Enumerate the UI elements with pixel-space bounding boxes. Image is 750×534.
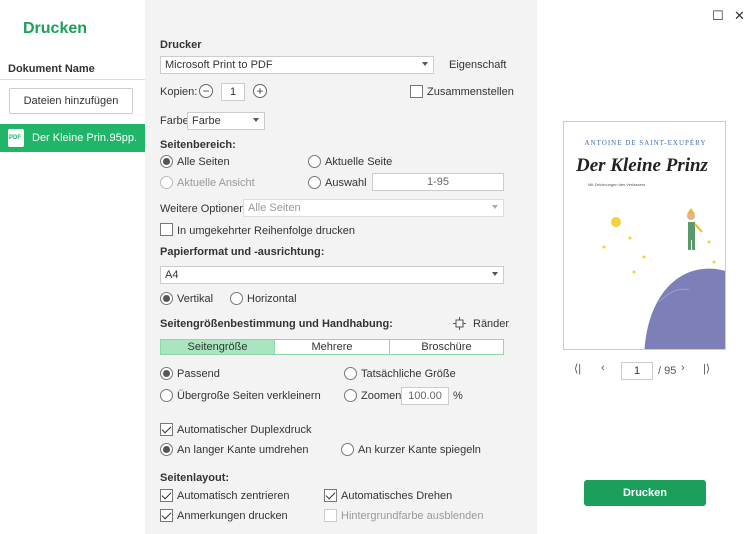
page-range-input[interactable]: 1-95 xyxy=(372,173,504,191)
hide-background-checkbox[interactable] xyxy=(324,509,337,522)
printer-section-title: Drucker xyxy=(160,39,202,51)
color-select[interactable]: Farbe xyxy=(187,112,265,130)
paper-section-title: Papierformat und -ausrichtung: xyxy=(160,246,325,258)
long-edge-label: An langer Kante umdrehen xyxy=(177,444,309,456)
plus-icon: + xyxy=(256,84,264,98)
tab-multiple[interactable]: Mehrere xyxy=(274,339,390,355)
printer-properties-link[interactable]: Eigenschaft xyxy=(449,59,506,71)
auto-duplex-checkbox[interactable] xyxy=(160,423,173,436)
color-label: Farbe xyxy=(160,115,189,127)
book-title: Der Kleine Prinz xyxy=(576,155,708,176)
page-preview: ANTOINE DE SAINT-EXUPÉRY Der Kleine Prin… xyxy=(563,121,726,350)
chevron-down-icon xyxy=(492,205,498,209)
document-name-header: Dokument Name xyxy=(8,63,95,75)
current-page-radio[interactable] xyxy=(308,155,321,168)
book-author: ANTOINE DE SAINT-EXUPÉRY xyxy=(584,139,707,147)
minus-icon: − xyxy=(202,84,210,98)
selection-label: Auswahl xyxy=(325,177,367,189)
collate-label: Zusammenstellen xyxy=(427,86,514,98)
auto-rotate-label: Automatisches Drehen xyxy=(341,490,453,502)
copies-decrement-button[interactable]: − xyxy=(199,84,213,98)
paper-size-select[interactable]: A4 xyxy=(160,266,504,284)
sizing-section-title: Seitengrößenbestimmung und Handhabung: xyxy=(160,318,393,330)
long-edge-radio[interactable] xyxy=(160,443,173,456)
all-pages-label: Alle Seiten xyxy=(177,156,230,168)
page-number-input[interactable]: 1 xyxy=(621,362,653,380)
layout-section-title: Seitenlayout: xyxy=(160,472,230,484)
file-page-count: 95pp. xyxy=(109,132,137,144)
margins-label[interactable]: Ränder xyxy=(473,318,509,330)
divider xyxy=(0,79,145,80)
auto-rotate-checkbox[interactable] xyxy=(324,489,337,502)
zoom-radio[interactable] xyxy=(344,389,357,402)
reverse-order-checkbox[interactable] xyxy=(160,223,173,236)
reverse-order-label: In umgekehrter Reihenfolge drucken xyxy=(177,225,355,237)
close-icon[interactable]: ✕ xyxy=(734,8,745,24)
dialog-title: Drucken xyxy=(23,20,88,37)
total-pages: / 95 xyxy=(658,365,677,377)
tab-booklet[interactable]: Broschüre xyxy=(389,339,504,355)
printer-select[interactable]: Microsoft Print to PDF xyxy=(160,56,434,74)
portrait-radio[interactable] xyxy=(160,292,173,305)
copies-label: Kopien: xyxy=(160,86,198,98)
little-prince-illustration xyxy=(602,208,725,349)
next-page-button[interactable]: › xyxy=(681,362,685,374)
current-view-label: Aktuelle Ansicht xyxy=(177,177,255,189)
zoom-unit: % xyxy=(453,390,463,402)
fit-radio[interactable] xyxy=(160,367,173,380)
current-page-label: Aktuelle Seite xyxy=(325,156,393,168)
chevron-down-icon xyxy=(492,272,498,276)
auto-duplex-label: Automatischer Duplexdruck xyxy=(177,424,312,436)
prev-page-button[interactable]: ‹ xyxy=(601,362,605,374)
short-edge-label: An kurzer Kante spiegeln xyxy=(358,444,481,456)
current-view-radio[interactable] xyxy=(160,176,173,189)
print-annotations-label: Anmerkungen drucken xyxy=(177,510,288,522)
short-edge-radio[interactable] xyxy=(341,443,354,456)
file-name: Der Kleine Prin.. xyxy=(32,132,113,144)
tab-page-size[interactable]: Seitengröße xyxy=(160,339,275,355)
selection-radio[interactable] xyxy=(308,176,321,189)
add-files-button[interactable]: Dateien hinzufügen xyxy=(9,88,133,114)
print-annotations-checkbox[interactable] xyxy=(160,509,173,522)
fit-label: Passend xyxy=(177,368,220,380)
copies-input[interactable]: 1 xyxy=(221,83,245,101)
book-subtitle: Mit Zeichnungen des Verfassers xyxy=(588,182,646,187)
pdf-file-icon: PDF xyxy=(8,129,24,147)
portrait-label: Vertikal xyxy=(177,293,214,305)
page-range-section-title: Seitenbereich: xyxy=(160,139,236,151)
landscape-label: Horizontal xyxy=(247,293,297,305)
first-page-button[interactable]: ⟨| xyxy=(574,362,581,375)
file-list-item[interactable]: PDF Der Kleine Prin.. 95pp. xyxy=(0,124,145,152)
chevron-down-icon xyxy=(253,118,259,122)
actual-size-radio[interactable] xyxy=(344,367,357,380)
margins-icon[interactable] xyxy=(453,317,466,330)
document-sidebar: Drucken Dokument Name Dateien hinzufügen… xyxy=(0,0,145,534)
landscape-radio[interactable] xyxy=(230,292,243,305)
more-options-select[interactable]: Alle Seiten xyxy=(243,199,504,217)
maximize-icon[interactable]: ☐ xyxy=(712,8,724,24)
collate-checkbox[interactable] xyxy=(410,85,423,98)
shrink-oversized-label: Übergroße Seiten verkleinern xyxy=(177,390,321,402)
shrink-oversized-radio[interactable] xyxy=(160,389,173,402)
actual-size-label: Tatsächliche Größe xyxy=(361,368,456,380)
last-page-button[interactable]: |⟩ xyxy=(703,362,710,375)
auto-center-checkbox[interactable] xyxy=(160,489,173,502)
hide-background-label: Hintergrundfarbe ausblenden xyxy=(341,510,484,522)
zoom-label: Zoomen xyxy=(361,390,402,402)
more-options-label: Weitere Optionen: xyxy=(160,203,249,215)
copies-increment-button[interactable]: + xyxy=(253,84,267,98)
chevron-down-icon xyxy=(422,62,428,66)
auto-center-label: Automatisch zentrieren xyxy=(177,490,290,502)
print-button[interactable]: Drucken xyxy=(584,480,706,506)
all-pages-radio[interactable] xyxy=(160,155,173,168)
zoom-input[interactable]: 100.00 xyxy=(401,387,449,405)
